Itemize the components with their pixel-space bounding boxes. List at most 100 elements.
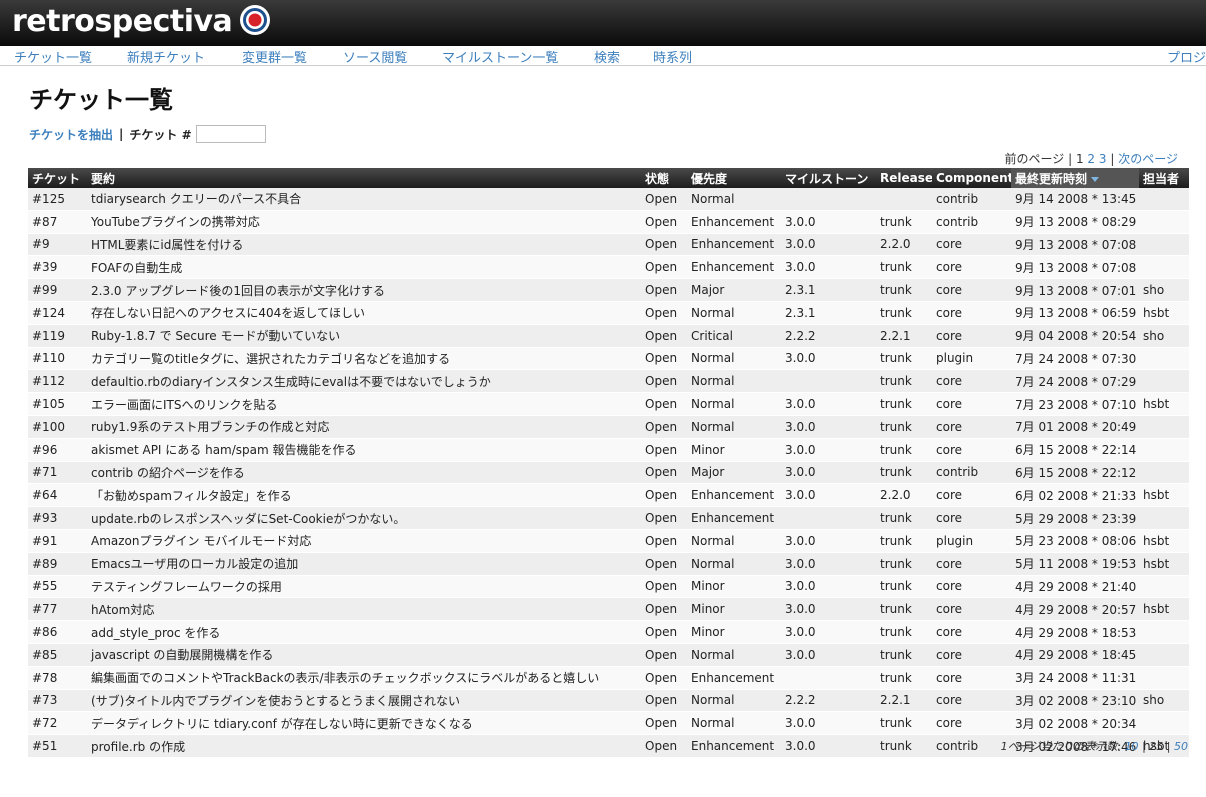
per-page-10[interactable]: 10 <box>1125 740 1139 753</box>
table-row[interactable]: #77 hAtom対応 Open Minor 3.0.0 trunk core 4月 29 2… <box>28 597 1189 622</box>
ticket-number-input[interactable] <box>195 125 266 143</box>
cell-ticket-id[interactable]: #105 <box>28 392 87 416</box>
cell-summary[interactable]: (サブ)タイトル内でプラグインを使おうとするとうまく展開されない <box>87 689 641 713</box>
table-row[interactable]: #119 Ruby-1.8.7 で Secure モードが動いていない Open Cr… <box>28 324 1189 348</box>
cell-summary[interactable]: Emacsユーザ用のローカル設定の追加 <box>87 552 641 576</box>
cell-ticket-id[interactable]: #91 <box>28 529 87 553</box>
cell-ticket-id[interactable]: #112 <box>28 369 87 394</box>
table-row[interactable]: #91 Amazonプラグイン モバイルモード対応 Open Normal 3.0.0 t… <box>28 529 1189 553</box>
table-row[interactable]: #73 (サブ)タイトル内でプラグインを使おうとするとうまく展開されない Open N… <box>28 689 1189 713</box>
nav-search[interactable]: 検索 <box>594 47 620 65</box>
cell-ticket-id[interactable]: #72 <box>28 711 87 736</box>
cell-summary[interactable]: Amazonプラグイン モバイルモード対応 <box>87 529 641 553</box>
col-assignee[interactable]: 担当者 <box>1139 168 1189 188</box>
col-summary[interactable]: 要約 <box>87 168 641 188</box>
col-milestone[interactable]: マイルストーン <box>781 168 876 188</box>
cell-ticket-id[interactable]: #64 <box>28 483 87 508</box>
col-updated[interactable]: 最終更新時刻 <box>1011 168 1139 188</box>
pager-next[interactable]: 次のページ <box>1118 152 1178 166</box>
cell-ticket-id[interactable]: #124 <box>28 301 87 325</box>
cell-summary[interactable]: profile.rb の作成 <box>87 734 641 758</box>
cell-summary[interactable]: YouTubeプラグインの携帯対応 <box>87 210 641 234</box>
nav-new-ticket[interactable]: 新規チケット <box>127 47 205 65</box>
table-row[interactable]: #105 エラー画面にITSへのリンクを貼る Open Normal 3.0.0 trun… <box>28 392 1189 416</box>
cell-ticket-id[interactable]: #73 <box>28 689 87 713</box>
col-priority[interactable]: 優先度 <box>687 168 781 188</box>
cell-summary[interactable]: contrib の紹介ページを作る <box>87 461 641 485</box>
cell-ticket-id[interactable]: #51 <box>28 734 87 758</box>
cell-ticket-id[interactable]: #119 <box>28 324 87 348</box>
cell-summary[interactable]: カテゴリー覧のtitleタグに、選択されたカテゴリ名などを追加する <box>87 347 641 371</box>
pager-page-2[interactable]: 2 <box>1087 152 1095 166</box>
cell-ticket-id[interactable]: #77 <box>28 597 87 622</box>
cell-summary[interactable]: akismet API にある ham/spam 報告機能を作る <box>87 438 641 462</box>
table-row[interactable]: #55 テスティングフレームワークの採用 Open Minor 3.0.0 trunk co… <box>28 575 1189 599</box>
nav-changesets[interactable]: 変更群一覧 <box>242 47 307 65</box>
col-status[interactable]: 状態 <box>641 168 687 188</box>
table-row[interactable]: #9 HTML要素にid属性を付ける Open Enhancement 3.0.0 2.2… <box>28 233 1189 257</box>
nav-timeline[interactable]: 時系列 <box>653 47 692 65</box>
table-row[interactable]: #87 YouTubeプラグインの携帯対応 Open Enhancement 3.0.0… <box>28 210 1189 234</box>
nav-project[interactable]: プロジ <box>1167 47 1206 65</box>
col-ticket[interactable]: チケット <box>28 168 87 188</box>
cell-summary[interactable]: hAtom対応 <box>87 597 641 622</box>
cell-ticket-id[interactable]: #9 <box>28 233 87 257</box>
cell-summary[interactable]: データディレクトリに tdiary.conf が存在しない時に更新できなくなる <box>87 711 641 736</box>
cell-summary[interactable]: ruby1.9系のテスト用ブランチの作成と対応 <box>87 415 641 439</box>
cell-ticket-id[interactable]: #110 <box>28 347 87 371</box>
table-row[interactable]: #78 編集画面でのコメントやTrackBackの表示/非表示のチェックボックスに… <box>28 666 1189 690</box>
cell-summary[interactable]: 編集画面でのコメントやTrackBackの表示/非表示のチェックボックスにラベル… <box>87 666 641 690</box>
filter-tickets-link[interactable]: チケットを抽出 <box>29 126 113 143</box>
cell-summary[interactable]: HTML要素にid属性を付ける <box>87 233 641 257</box>
cell-ticket-id[interactable]: #71 <box>28 461 87 485</box>
table-row[interactable]: #89 Emacsユーザ用のローカル設定の追加 Open Normal 3.0.0 tru… <box>28 552 1189 576</box>
cell-summary[interactable]: テスティングフレームワークの採用 <box>87 575 641 599</box>
cell-ticket-id[interactable]: #55 <box>28 575 87 599</box>
col-release[interactable]: Release <box>876 168 932 188</box>
cell-ticket-id[interactable]: #96 <box>28 438 87 462</box>
table-row[interactable]: #112 defaultio.rbのdiaryインスタンス生成時にevalは不要で… <box>28 369 1189 394</box>
table-row[interactable]: #110 カテゴリー覧のtitleタグに、選択されたカテゴリ名などを追加する Ope… <box>28 347 1189 371</box>
table-row[interactable]: #71 contrib の紹介ページを作る Open Major 3.0.0 trunk c… <box>28 461 1189 485</box>
table-row[interactable]: #39 FOAFの自動生成 Open Enhancement 3.0.0 trunk cor… <box>28 255 1189 280</box>
cell-summary[interactable]: defaultio.rbのdiaryインスタンス生成時にevalは不要ではないで… <box>87 369 641 394</box>
table-row[interactable]: #72 データディレクトリに tdiary.conf が存在しない時に更新できなく… <box>28 711 1189 736</box>
table-row[interactable]: #85 javascript の自動展開機構を作る Open Normal 3.0.0 t… <box>28 643 1189 667</box>
cell-ticket-id[interactable]: #100 <box>28 415 87 439</box>
cell-component: core <box>932 392 1011 416</box>
cell-summary[interactable]: javascript の自動展開機構を作る <box>87 643 641 667</box>
cell-summary[interactable]: 存在しない日記へのアクセスに404を返してほしい <box>87 301 641 325</box>
table-row[interactable]: #96 akismet API にある ham/spam 報告機能を作る Open M… <box>28 438 1189 462</box>
cell-ticket-id[interactable]: #85 <box>28 643 87 667</box>
cell-ticket-id[interactable]: #39 <box>28 255 87 280</box>
nav-browse-source[interactable]: ソース閲覧 <box>343 47 407 65</box>
table-row[interactable]: #86 add_style_proc を作る Open Minor 3.0.0 trunk… <box>28 620 1189 644</box>
cell-ticket-id[interactable]: #86 <box>28 620 87 644</box>
table-row[interactable]: #100 ruby1.9系のテスト用ブランチの作成と対応 Open Normal 3.0… <box>28 415 1189 439</box>
nav-tickets[interactable]: チケット一覧 <box>14 47 92 65</box>
cell-ticket-id[interactable]: #89 <box>28 552 87 576</box>
cell-summary[interactable]: 2.3.0 アップグレード後の1回目の表示が文字化けする <box>87 278 641 302</box>
nav-milestones[interactable]: マイルストーン一覧 <box>442 47 558 65</box>
cell-summary[interactable]: 「お勧めspamフィルタ設定」を作る <box>87 483 641 508</box>
cell-ticket-id[interactable]: #93 <box>28 506 87 530</box>
cell-ticket-id[interactable]: #78 <box>28 666 87 690</box>
cell-summary[interactable]: update.rbのレスポンスヘッダにSet-Cookieがつかない。 <box>87 506 641 530</box>
col-component[interactable]: Component <box>932 168 1011 188</box>
table-row[interactable]: #93 update.rbのレスポンスヘッダにSet-Cookieがつかない。 Op… <box>28 506 1189 530</box>
table-row[interactable]: #125 tdiarysearch クエリーのパース不具合 Open Normal co… <box>28 188 1189 211</box>
cell-ticket-id[interactable]: #125 <box>28 188 87 211</box>
cell-summary[interactable]: Ruby-1.8.7 で Secure モードが動いていない <box>87 324 641 348</box>
cell-summary[interactable]: エラー画面にITSへのリンクを貼る <box>87 392 641 416</box>
per-page-50[interactable]: 50 <box>1174 740 1188 753</box>
cell-summary[interactable]: add_style_proc を作る <box>87 620 641 644</box>
pager-page-3[interactable]: 3 <box>1099 152 1107 166</box>
cell-ticket-id[interactable]: #99 <box>28 278 87 302</box>
brand-logo[interactable]: retrospectiva <box>12 2 233 42</box>
table-row[interactable]: #64 「お勧めspamフィルタ設定」を作る Open Enhancement 3.0.… <box>28 483 1189 508</box>
cell-ticket-id[interactable]: #87 <box>28 210 87 234</box>
cell-summary[interactable]: tdiarysearch クエリーのパース不具合 <box>87 188 641 211</box>
cell-summary[interactable]: FOAFの自動生成 <box>87 255 641 280</box>
table-row[interactable]: #124 存在しない日記へのアクセスに404を返してほしい Open Normal 2.… <box>28 301 1189 325</box>
table-row[interactable]: #99 2.3.0 アップグレード後の1回目の表示が文字化けする Open Major… <box>28 278 1189 302</box>
